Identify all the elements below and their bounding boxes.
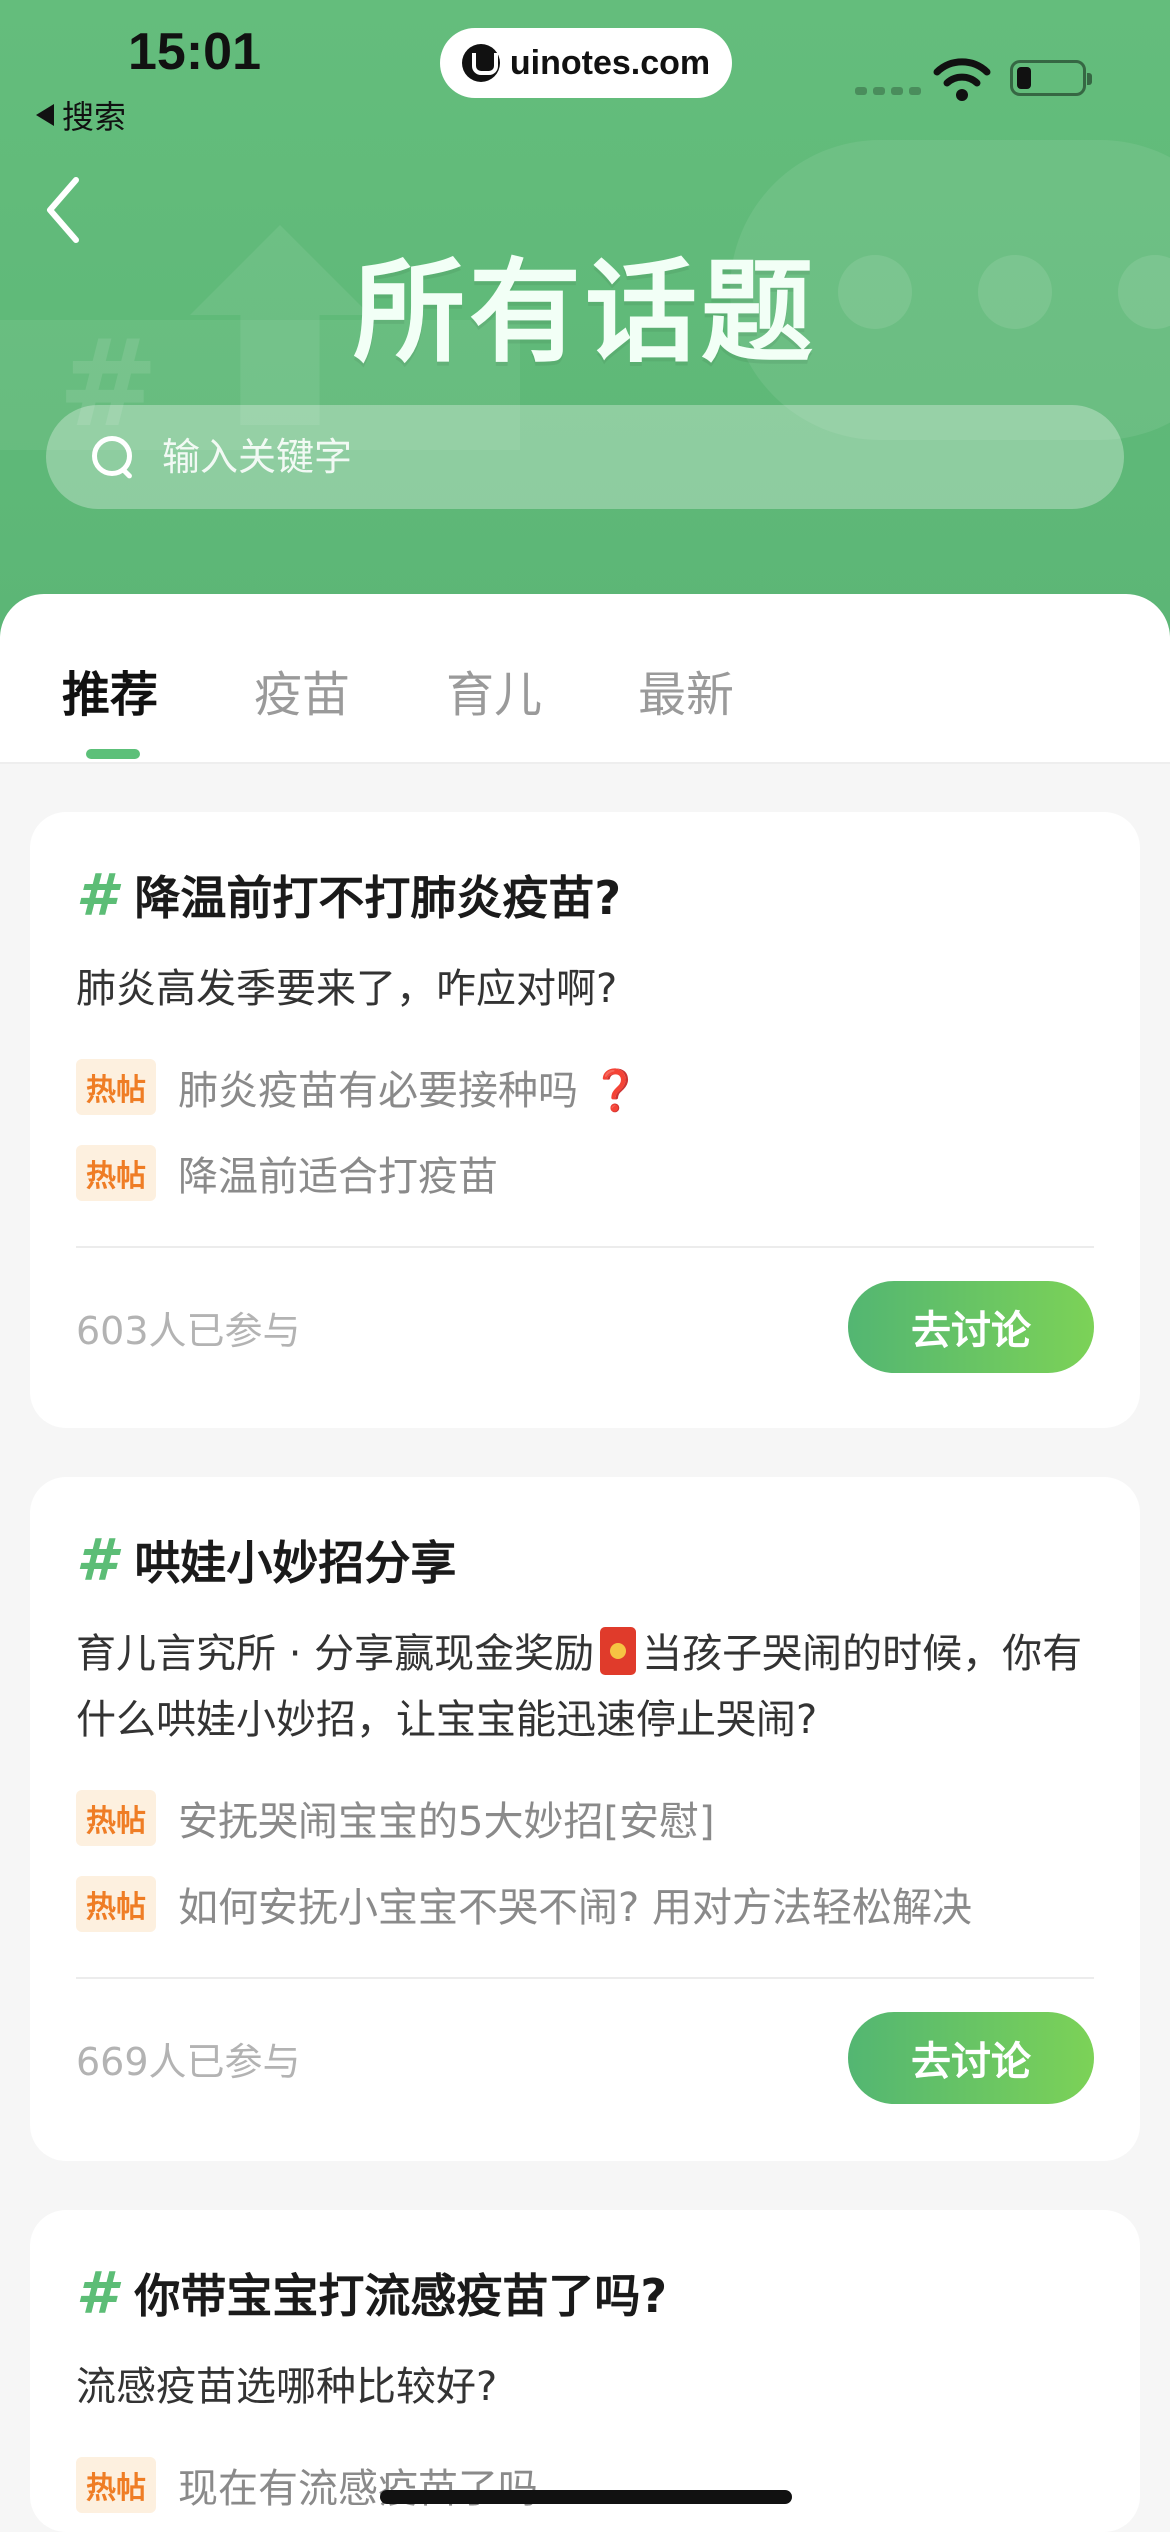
topic-card[interactable]: # 降温前打不打肺炎疫苗? 肺炎高发季要来了，咋应对啊? 热帖 肺炎疫苗有必要接… [30, 812, 1140, 1428]
hot-post-title: 安抚哭闹宝宝的5大妙招[安慰] [178, 1799, 715, 1845]
hot-post-title: 如何安抚小宝宝不哭不闹? 用对方法轻松解决 [178, 1885, 972, 1931]
tab-recommended[interactable]: 推荐 [62, 655, 158, 759]
hot-badge: 热帖 [76, 1059, 156, 1115]
topic-title: 你带宝宝打流感疫苗了吗? [134, 2269, 668, 2323]
hot-post-row[interactable]: 热帖 肺炎疫苗有必要接种吗 ❓ [76, 1044, 1094, 1130]
back-triangle-icon [36, 104, 54, 126]
topic-description: 流感疫苗选哪种比较好? [76, 2364, 498, 2410]
cellular-signal-icon [855, 87, 921, 95]
hot-post-row[interactable]: 热帖 如何安抚小宝宝不哭不闹? 用对方法轻松解决 [76, 1861, 1094, 1947]
topic-card[interactable]: # 你带宝宝打流感疫苗了吗? 流感疫苗选哪种比较好? 热帖 现在有流感疫苗了吗 [30, 2210, 1140, 2532]
url-text: uinotes.com [509, 43, 711, 82]
topic-title: 哄娃小妙招分享 [134, 1536, 457, 1590]
home-indicator[interactable] [380, 2490, 792, 2504]
topic-description: 肺炎高发季要来了，咋应对啊? [76, 966, 618, 1012]
url-badge: uinotes.com [440, 28, 732, 98]
hashtag-icon: # [76, 1526, 117, 1594]
hot-post-row[interactable]: 热帖 降温前适合打疫苗 [76, 1130, 1094, 1216]
hot-badge: 热帖 [76, 2457, 156, 2513]
status-back-label: 搜索 [62, 98, 127, 136]
hot-post-row[interactable]: 热帖 现在有流感疫苗了吗 [76, 2442, 1094, 2528]
search-icon [90, 434, 136, 480]
hot-post-title: 肺炎疫苗有必要接种吗 ❓ [178, 1068, 641, 1114]
hashtag-icon: # [76, 2259, 117, 2327]
discuss-button[interactable]: 去讨论 [848, 2012, 1094, 2104]
tab-vaccine[interactable]: 疫苗 [254, 655, 350, 725]
tab-latest[interactable]: 最新 [638, 655, 734, 725]
hot-badge: 热帖 [76, 1790, 156, 1846]
hot-badge: 热帖 [76, 1145, 156, 1201]
page-title: 所有话题 [353, 248, 817, 378]
question-mark-icon: ❓ [590, 1068, 641, 1114]
status-time: 15:01 [128, 23, 261, 81]
topic-card[interactable]: # 哄娃小妙招分享 育儿言究所 · 分享赢现金奖励 当孩子哭闹的时候，你有什么哄娃… [30, 1477, 1140, 2161]
hot-badge: 热帖 [76, 1876, 156, 1932]
red-envelope-icon [600, 1627, 637, 1675]
search-bar[interactable] [46, 405, 1124, 509]
hashtag-icon: # [76, 861, 117, 929]
status-back-to-app[interactable]: 搜索 [36, 92, 126, 138]
hot-post-title: 现在有流感疫苗了吗 [178, 2466, 538, 2512]
battery-icon [1010, 60, 1092, 96]
participant-count: 669人已参与 [76, 2039, 301, 2084]
topic-title: 降温前打不打肺炎疫苗? [134, 871, 622, 925]
topic-description: 育儿言究所 · 分享赢现金奖励 当孩子哭闹的时候，你有什么哄娃小妙招，让宝宝能迅速… [76, 1621, 1094, 1753]
hot-post-row[interactable]: 热帖 安抚哭闹宝宝的5大妙招[安慰] [76, 1775, 1094, 1861]
participant-count: 603人已参与 [76, 1308, 301, 1353]
uinotes-logo-icon [461, 44, 500, 82]
hot-post-title: 降温前适合打疫苗 [178, 1154, 498, 1200]
tab-parenting[interactable]: 育儿 [446, 655, 542, 725]
wifi-icon [933, 58, 991, 101]
search-input[interactable] [162, 435, 1062, 479]
tab-bar: 推荐 疫苗 育儿 最新 [62, 655, 734, 759]
discuss-button[interactable]: 去讨论 [848, 1281, 1094, 1373]
